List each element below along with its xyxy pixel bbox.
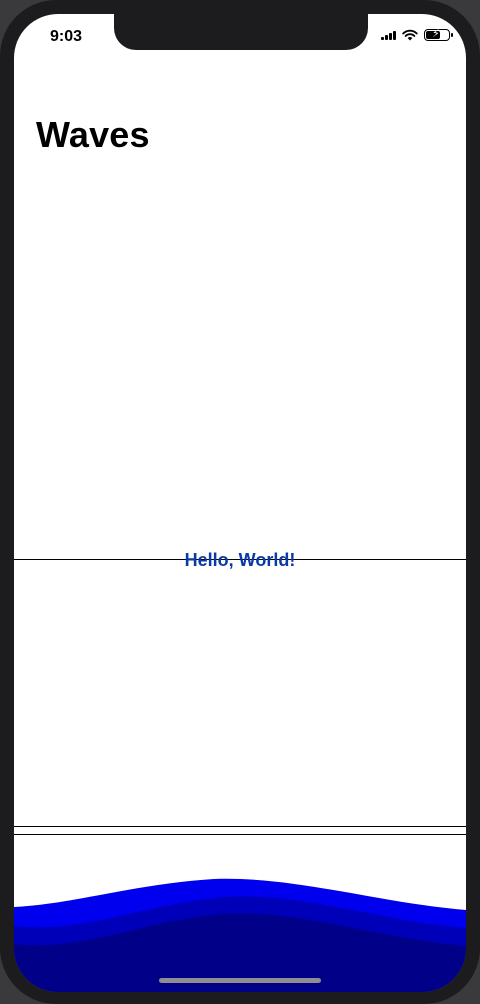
- hello-text: Hello, World!: [184, 550, 296, 570]
- device-frame: 9:03 ⚡ Waves Hello, World!: [0, 0, 480, 1004]
- status-icons: ⚡: [381, 27, 453, 41]
- home-indicator[interactable]: [159, 978, 321, 983]
- wifi-icon: [402, 29, 418, 41]
- page-title: Waves: [36, 114, 150, 155]
- bottom-divider-1: [14, 826, 466, 827]
- status-time: 9:03: [50, 28, 83, 45]
- battery-icon: ⚡: [424, 27, 453, 41]
- bolt-icon: ⚡: [432, 27, 440, 40]
- notch: [114, 14, 368, 50]
- screen: 9:03 ⚡ Waves Hello, World!: [14, 14, 466, 992]
- signal-icon: [381, 30, 396, 40]
- waves-graphic: [14, 878, 466, 992]
